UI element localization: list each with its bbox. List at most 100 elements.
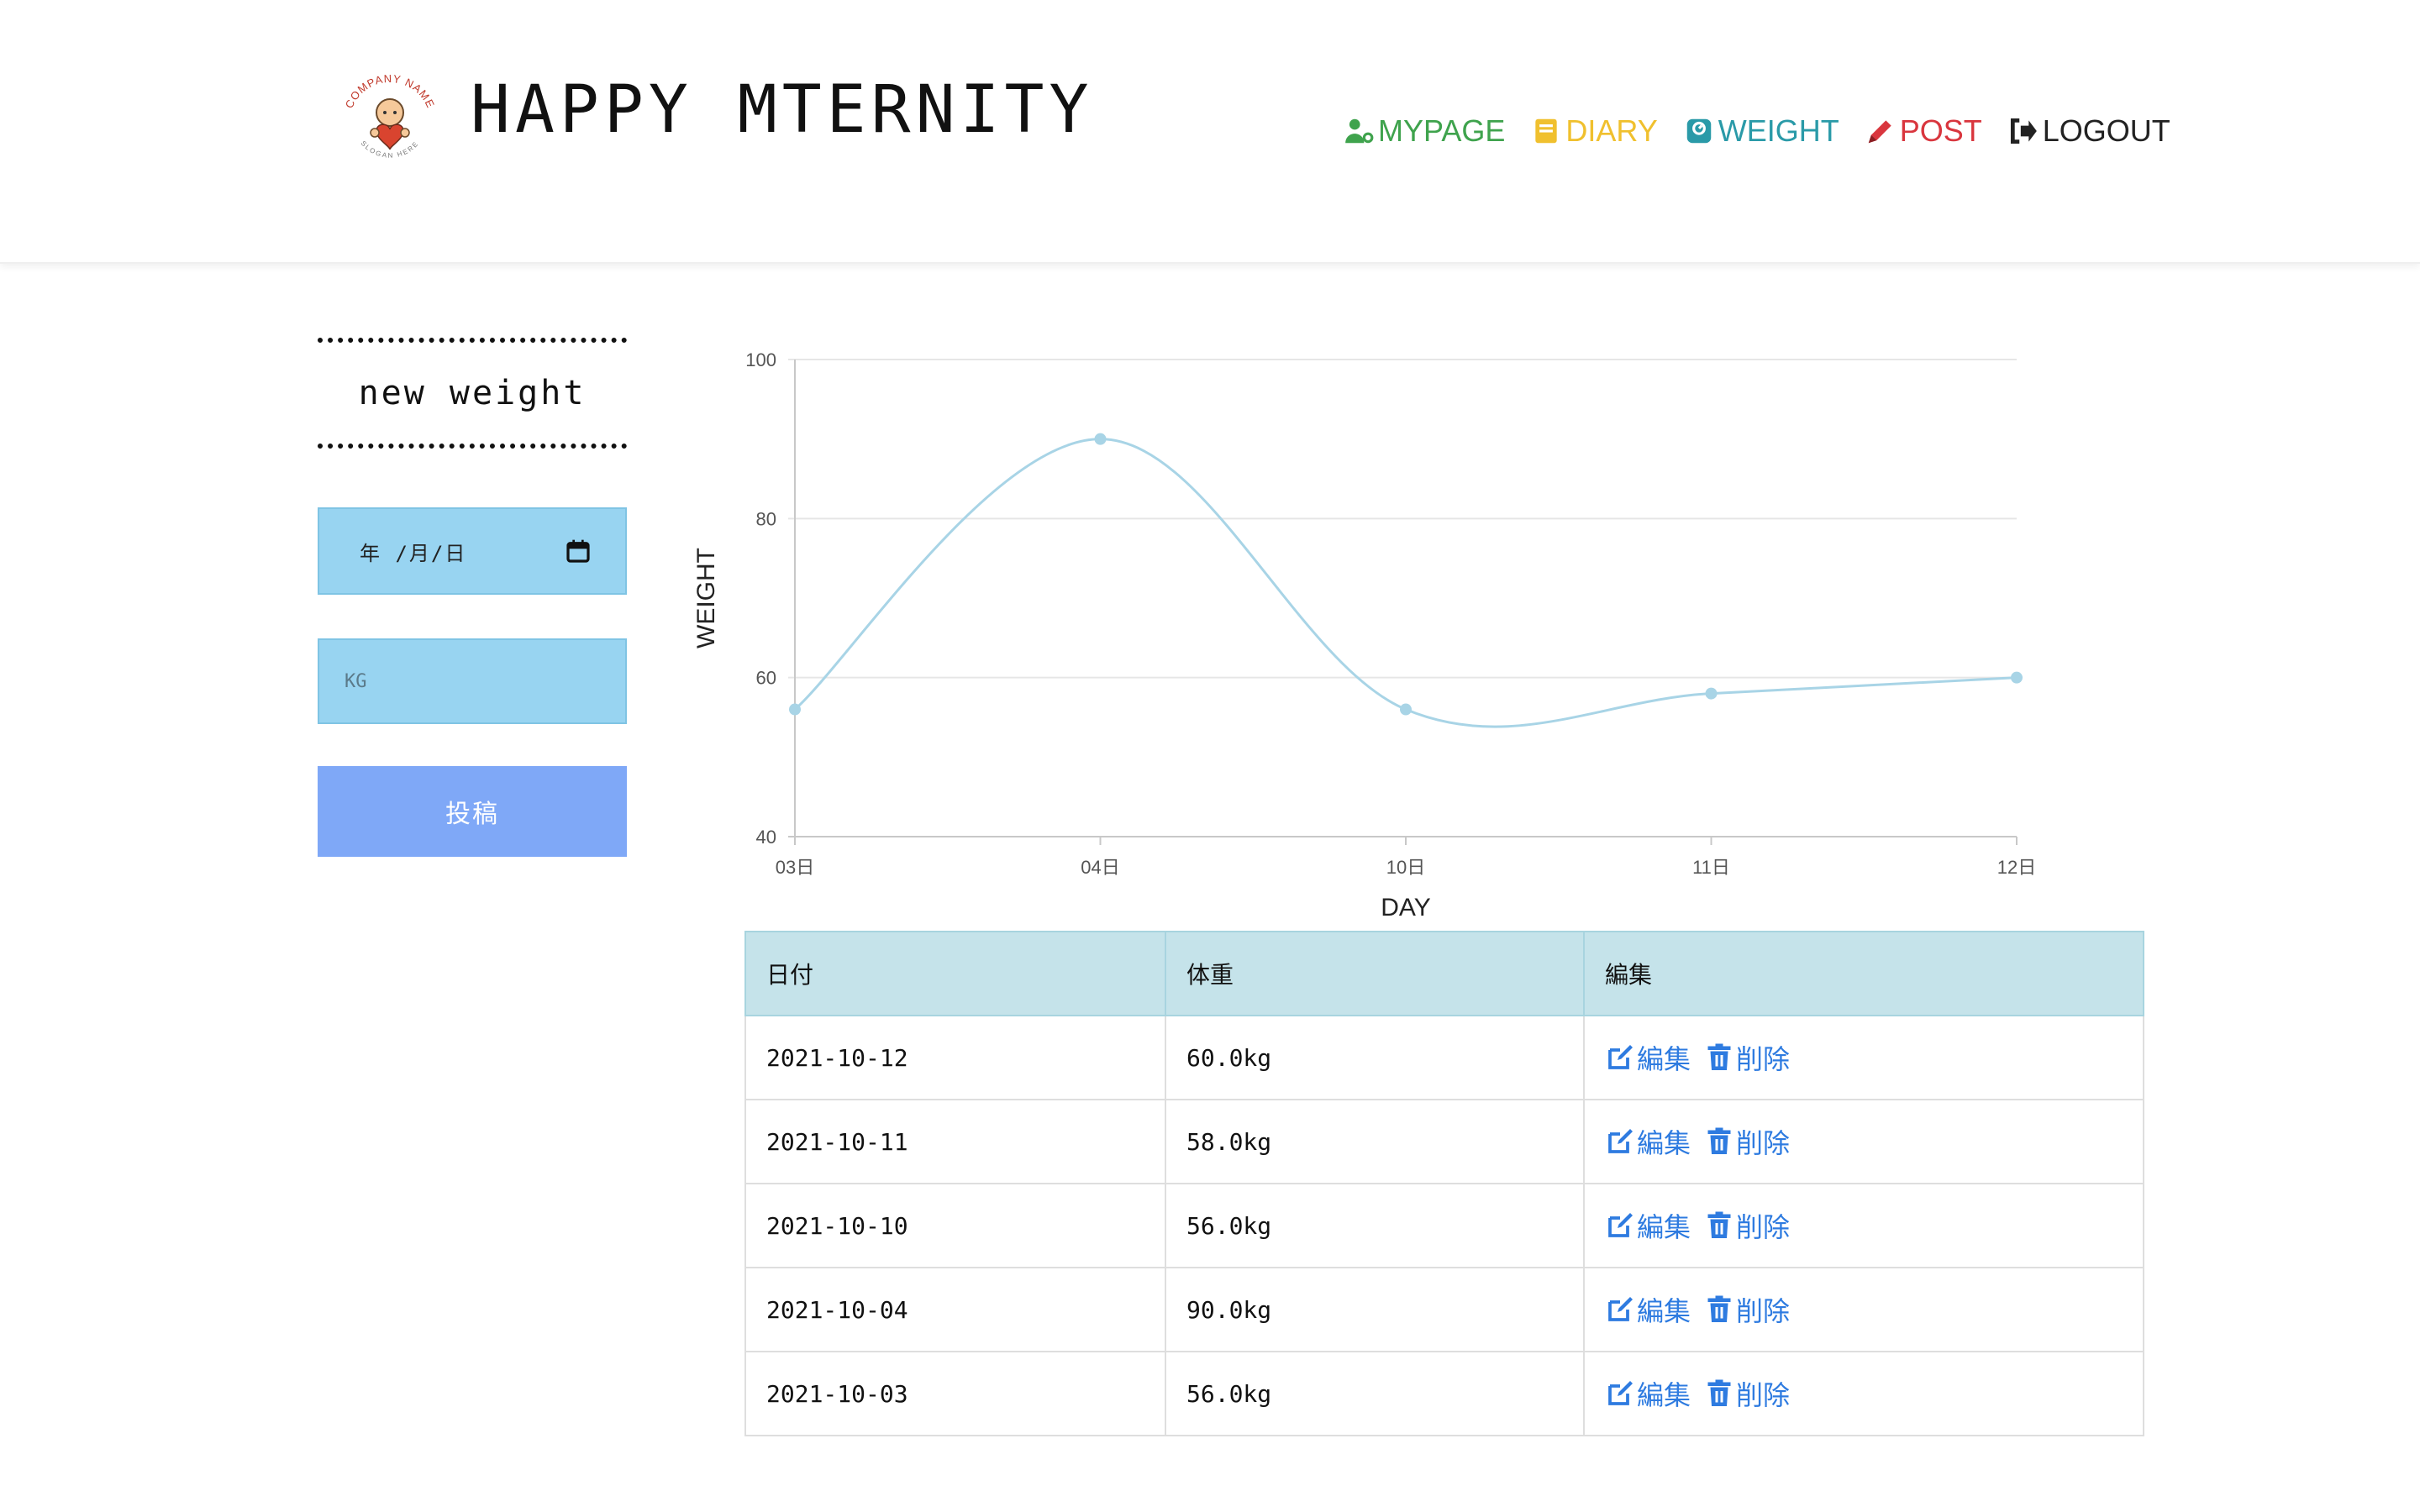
calendar-icon[interactable] — [565, 538, 592, 564]
delete-label: 削除 — [1736, 1379, 1791, 1411]
form-title: new weight — [358, 374, 587, 412]
nav-logout-label: LOGOUT — [2042, 113, 2170, 148]
table-row: 2021-10-11 58.0kg 編集 削除 — [744, 1099, 2144, 1184]
edit-icon — [1608, 1045, 1633, 1069]
weight-series-line — [794, 438, 2018, 728]
edit-button[interactable]: 編集 — [1605, 1122, 1691, 1161]
edit-label: 編集 — [1637, 1127, 1691, 1159]
logout-icon — [2010, 118, 2037, 144]
nav-logout[interactable]: LOGOUT — [2007, 113, 2170, 149]
trash-icon — [1707, 1211, 1731, 1238]
trash-icon — [1707, 1043, 1731, 1070]
x-tick-label: 10日 — [1386, 857, 1425, 878]
weight-table: 日付 体重 編集 2021-10-12 60.0kg 編集 削除 2021-10-11 5… — [744, 931, 2144, 1436]
trash-icon — [1707, 1379, 1731, 1406]
table-row: 2021-10-04 90.0kg 編集 削除 — [744, 1267, 2144, 1352]
x-tick-label: 12日 — [1997, 857, 2036, 878]
x-tick-label: 03日 — [776, 857, 814, 878]
post-button[interactable]: 投稿 — [318, 766, 627, 857]
delete-button[interactable]: 削除 — [1704, 1374, 1790, 1413]
header-date: 日付 — [744, 931, 1166, 1016]
y-tick-label: 80 — [756, 508, 776, 529]
nav-weight-label: WEIGHT — [1718, 113, 1839, 148]
nav-diary[interactable]: DIARY — [1530, 113, 1658, 149]
edit-button[interactable]: 編集 — [1605, 1038, 1691, 1077]
row-date: 2021-10-04 — [744, 1267, 1166, 1352]
user-gear-icon — [1345, 118, 1374, 144]
delete-label: 削除 — [1736, 1295, 1791, 1327]
row-actions: 編集 削除 — [1583, 1267, 2144, 1352]
edit-button[interactable]: 編集 — [1605, 1374, 1691, 1413]
trash-icon — [1707, 1127, 1731, 1154]
site-title: HAPPY MTERNITY — [471, 72, 1094, 148]
y-tick-label: 60 — [756, 668, 776, 689]
table-header-row: 日付 体重 編集 — [744, 931, 2144, 1016]
pencil-icon — [1868, 120, 1891, 144]
edit-button[interactable]: 編集 — [1605, 1206, 1691, 1245]
edit-label: 編集 — [1637, 1211, 1691, 1243]
new-weight-form: new weight 年 /月/日 投稿 — [318, 338, 627, 857]
edit-label: 編集 — [1637, 1043, 1691, 1075]
row-weight: 58.0kg — [1165, 1099, 1585, 1184]
delete-label: 削除 — [1736, 1043, 1791, 1075]
row-actions: 編集 削除 — [1583, 1099, 2144, 1184]
main-nav: MYPAGE DIARY WEIGHT POST LOGOUT — [1343, 109, 2170, 153]
delete-button[interactable]: 削除 — [1704, 1122, 1790, 1161]
row-date: 2021-10-03 — [744, 1351, 1166, 1436]
delete-button[interactable]: 削除 — [1704, 1290, 1790, 1329]
row-weight: 90.0kg — [1165, 1267, 1585, 1352]
header-weight: 体重 — [1165, 931, 1585, 1016]
x-axis-label: DAY — [1381, 894, 1430, 921]
data-point — [2011, 671, 2023, 684]
row-date: 2021-10-10 — [744, 1183, 1166, 1268]
trash-icon — [1707, 1295, 1731, 1322]
row-weight: 60.0kg — [1165, 1015, 1585, 1100]
edit-button[interactable]: 編集 — [1605, 1290, 1691, 1329]
nav-weight[interactable]: WEIGHT — [1683, 113, 1839, 149]
header-edit: 編集 — [1583, 931, 2144, 1016]
company-logo[interactable]: COMPANY NAME SLOGAN HERE — [333, 66, 447, 180]
row-weight: 56.0kg — [1165, 1351, 1585, 1436]
delete-button[interactable]: 削除 — [1704, 1038, 1790, 1077]
y-tick-label: 40 — [756, 827, 776, 848]
date-input[interactable]: 年 /月/日 — [318, 507, 627, 595]
kg-input[interactable] — [318, 638, 627, 724]
table-row: 2021-10-12 60.0kg 編集 削除 — [744, 1015, 2144, 1100]
edit-icon — [1608, 1381, 1633, 1405]
nav-post[interactable]: POST — [1865, 113, 1982, 149]
nav-post-label: POST — [1899, 113, 1982, 148]
row-actions: 編集 削除 — [1583, 1015, 2144, 1100]
book-icon — [1535, 118, 1558, 144]
table-row: 2021-10-10 56.0kg 編集 削除 — [744, 1183, 2144, 1268]
row-date: 2021-10-12 — [744, 1015, 1166, 1100]
edit-icon — [1608, 1129, 1633, 1153]
row-weight: 56.0kg — [1165, 1183, 1585, 1268]
x-tick-label: 11日 — [1692, 857, 1730, 878]
edit-icon — [1608, 1213, 1633, 1237]
row-date: 2021-10-11 — [744, 1099, 1166, 1184]
edit-icon — [1608, 1297, 1633, 1321]
form-title-divider-bottom — [318, 444, 627, 449]
data-point — [1705, 687, 1718, 700]
data-point — [789, 703, 801, 716]
data-point — [1094, 433, 1107, 445]
nav-diary-label: DIARY — [1565, 113, 1658, 148]
data-point — [1400, 703, 1412, 716]
weight-chart: 40 60 80 100 03日 04日 10日 11日 12日 WEIGHT DAY — [692, 349, 2036, 921]
row-actions: 編集 削除 — [1583, 1351, 2144, 1436]
edit-label: 編集 — [1637, 1379, 1691, 1411]
row-actions: 編集 削除 — [1583, 1183, 2144, 1268]
site-header: COMPANY NAME SLOGAN HERE HAPPY MTERNITY … — [0, 0, 2420, 264]
edit-label: 編集 — [1637, 1295, 1691, 1327]
y-tick-label: 100 — [745, 349, 776, 370]
delete-label: 削除 — [1736, 1127, 1791, 1159]
delete-button[interactable]: 削除 — [1704, 1206, 1790, 1245]
scale-icon — [1686, 118, 1711, 144]
nav-mypage-label: MYPAGE — [1378, 113, 1506, 148]
x-tick-label: 04日 — [1081, 857, 1119, 878]
table-row: 2021-10-03 56.0kg 編集 削除 — [744, 1351, 2144, 1436]
date-input-placeholder: 年 /月/日 — [360, 541, 467, 565]
weight-table-wrap: 日付 体重 編集 2021-10-12 60.0kg 編集 削除 2021-10-11 5… — [744, 931, 2144, 1436]
y-axis-label: WEIGHT — [692, 548, 720, 648]
nav-mypage[interactable]: MYPAGE — [1343, 113, 1505, 149]
